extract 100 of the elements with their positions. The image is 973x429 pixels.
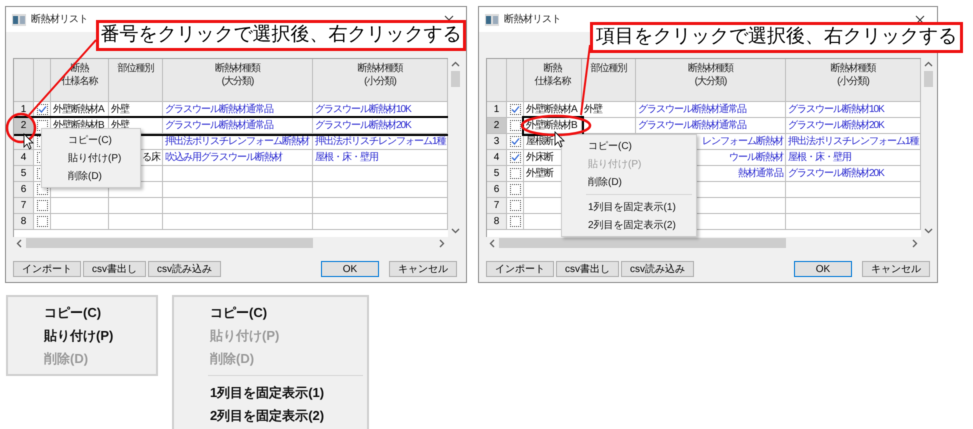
dialog-button[interactable]: キャンセル (862, 261, 930, 277)
window-title: 断熱材リスト (31, 12, 89, 27)
table-cell[interactable]: 外壁 (109, 102, 163, 118)
checkbox[interactable] (510, 120, 520, 131)
check-icon (38, 105, 46, 114)
table-cell[interactable] (163, 198, 313, 214)
row-number[interactable]: 6 (14, 182, 34, 198)
window-icon (485, 14, 499, 26)
checkbox[interactable] (510, 168, 520, 179)
header-line: 仕様名称 (62, 75, 98, 88)
header-line: 部位種別 (590, 62, 626, 75)
dialog-button[interactable]: csv読み込み (148, 261, 221, 277)
menu-item[interactable]: 2列目を固定表示(2) (562, 216, 696, 234)
arrow-right-icon (912, 238, 918, 248)
header-line: 断熱 (544, 62, 562, 75)
scroll-thumb[interactable] (924, 71, 933, 87)
table-cell[interactable]: グラスウール断熱材通常品 (163, 118, 313, 134)
dialog-button[interactable]: キャンセル (389, 261, 457, 277)
row-number[interactable]: 4 (14, 150, 34, 166)
table-cell[interactable] (109, 214, 163, 230)
table-cell[interactable]: グラスウール断熱材通常品 (163, 102, 313, 118)
scroll-thumb[interactable] (451, 71, 460, 87)
header-line: (大分類) (222, 75, 254, 88)
column-header[interactable]: 断熱材種類 (大分類) (163, 59, 313, 102)
table-cell[interactable] (51, 198, 109, 214)
table-cell[interactable]: グラスウール断熱材通常品 (636, 102, 786, 118)
column-header[interactable]: 断熱材種類 (小分類) (786, 59, 921, 102)
row-number[interactable]: 7 (14, 198, 34, 214)
checkbox[interactable] (36, 200, 48, 211)
menu-item[interactable]: 貼り付け(P) (42, 149, 140, 167)
header-line: 断熱材種類 (688, 62, 733, 75)
menu-item[interactable]: コピー(C) (42, 131, 140, 149)
menu-item[interactable]: 1列目を固定表示(1) (174, 381, 367, 404)
table-cell[interactable]: 外壁 (582, 102, 636, 118)
row-number[interactable]: 4 (487, 150, 507, 166)
arrow-up-icon (451, 61, 460, 67)
dialog-button[interactable]: インポート (13, 261, 81, 277)
checkbox[interactable] (36, 216, 48, 227)
column-header[interactable]: 断熱材種類 (小分類) (313, 59, 448, 102)
checkbox[interactable] (510, 136, 520, 147)
table-cell[interactable] (163, 182, 313, 198)
arrow-left-icon (489, 238, 495, 248)
row-number[interactable]: 5 (487, 166, 507, 182)
row-number[interactable]: 2 (14, 118, 34, 134)
menu-item[interactable]: 2列目を固定表示(2) (174, 404, 367, 427)
header-line: 断熱材種類 (830, 62, 876, 75)
header-line: 断熱材種類 (358, 62, 402, 75)
callout: 項目をクリックで選択後、右クリックする (590, 22, 963, 53)
check-icon (510, 105, 520, 114)
menu-item[interactable]: コピー(C) (174, 301, 367, 324)
arrow-left-icon (16, 238, 22, 248)
row-number[interactable]: 6 (487, 182, 507, 198)
dialog-button[interactable]: インポート (486, 261, 554, 277)
header-line: (小分類) (364, 75, 396, 88)
table-cell[interactable] (51, 214, 109, 230)
table-cell[interactable] (163, 214, 313, 230)
checkbox[interactable] (510, 184, 520, 195)
table-cell[interactable]: 押出法ポリスチレンフォーム断熱材 (163, 134, 313, 150)
checkbox[interactable] (510, 152, 520, 163)
menu-item[interactable]: 削除(D) (42, 167, 140, 185)
menu-item[interactable]: コピー(C) (8, 301, 156, 324)
window-icon (12, 14, 26, 26)
table-cell[interactable] (163, 166, 313, 182)
table-cell[interactable]: 外壁断熱材A (51, 102, 109, 118)
cursor-icon (554, 131, 565, 148)
cursor-icon (24, 133, 34, 150)
row-number[interactable]: 2 (487, 118, 507, 134)
checkbox[interactable] (510, 200, 520, 211)
checkbox[interactable] (510, 104, 520, 115)
checkbox[interactable] (510, 216, 520, 227)
arrow-down-icon (924, 228, 933, 234)
dialog-button[interactable]: csv書出し (556, 261, 619, 277)
window-title: 断熱材リスト (504, 12, 562, 27)
highlight-circle (6, 112, 36, 144)
dialog-button[interactable]: OK (321, 261, 379, 277)
header-line: 部位種別 (118, 62, 154, 75)
table-cell[interactable] (109, 198, 163, 214)
menu-item[interactable]: 1列目を固定表示(1) (562, 198, 696, 216)
callout: 番号をクリックで選択後、右クリックする (96, 20, 466, 51)
table-cell[interactable]: 吹込み用グラスウール断熱材 (163, 150, 313, 166)
row-number[interactable]: 1 (487, 102, 507, 118)
arrow-up-icon (924, 61, 933, 67)
column-header[interactable]: 断熱材種類 (大分類) (636, 59, 786, 102)
row-number[interactable]: 8 (14, 214, 34, 230)
column-header[interactable]: 部位種別 (109, 59, 163, 102)
dialog-button[interactable]: csv書出し (83, 261, 146, 277)
scroll-thumb[interactable] (499, 238, 786, 248)
scroll-thumb[interactable] (26, 238, 313, 248)
table-cell[interactable]: 外壁断熱材A (524, 102, 582, 118)
checkbox[interactable] (36, 104, 48, 115)
row-number[interactable]: 3 (487, 134, 507, 150)
dialog-button[interactable]: OK (794, 261, 852, 277)
menu-item[interactable]: 貼り付け(P) (8, 324, 156, 347)
row-number[interactable]: 5 (14, 166, 34, 182)
column-header[interactable]: 部位種別 (582, 59, 636, 102)
dialog-button[interactable]: csv読み込み (621, 261, 694, 277)
column-header[interactable]: 断熱 仕様名称 (524, 59, 582, 102)
row-number[interactable]: 7 (487, 198, 507, 214)
arrow-down-icon (451, 228, 460, 234)
row-number[interactable]: 8 (487, 214, 507, 230)
